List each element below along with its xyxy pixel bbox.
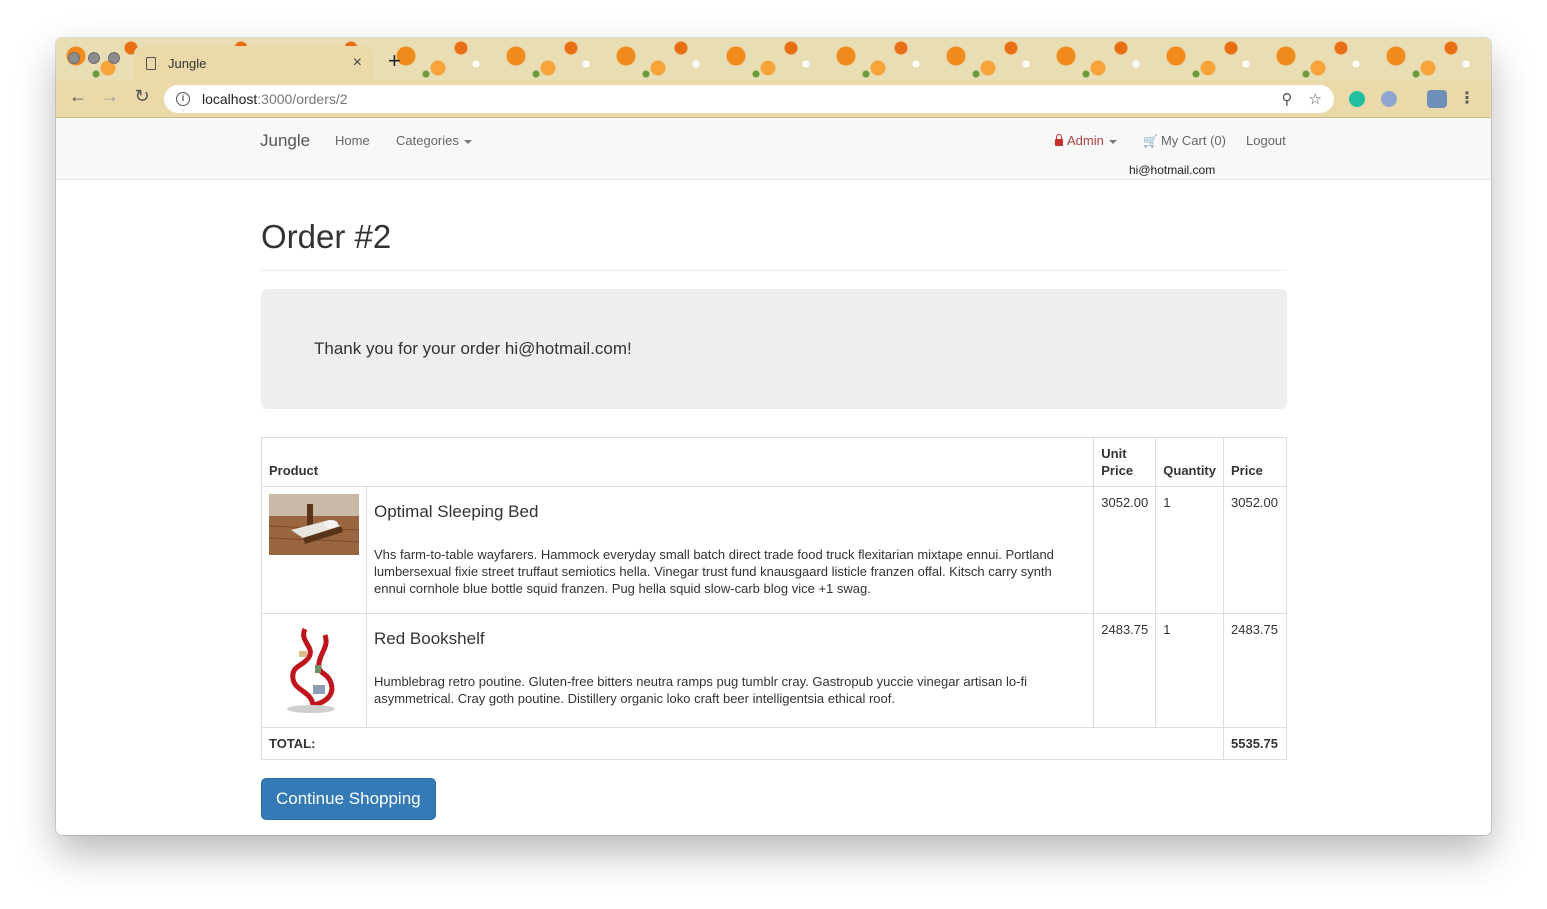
header-price: Price <box>1223 437 1287 487</box>
table-row: Optimal Sleeping Bed Vhs farm-to-table w… <box>261 486 1287 614</box>
product-info-cell: Optimal Sleeping Bed Vhs farm-to-table w… <box>365 486 1095 614</box>
continue-shopping-button[interactable]: Continue Shopping <box>261 778 436 820</box>
maximize-window-button[interactable] <box>108 52 120 64</box>
profile-avatar[interactable] <box>1427 90 1447 108</box>
lock-icon <box>1055 134 1063 146</box>
product-image-cell <box>261 613 367 728</box>
file-icon <box>146 56 156 70</box>
url-path: :3000/orders/2 <box>257 91 348 107</box>
address-bar[interactable]: i localhost:3000/orders/2 ⚲ ☆ <box>164 85 1334 113</box>
page-title: Order #2 <box>261 218 1287 271</box>
menu-kebab-icon[interactable]: ⋮ <box>1459 88 1475 108</box>
product-image-bed <box>268 494 360 555</box>
table-row: Red Bookshelf Humblebrag retro poutine. … <box>261 613 1287 728</box>
thank-you-jumbotron: Thank you for your order hi@hotmail.com! <box>261 289 1287 409</box>
star-icon[interactable]: ☆ <box>1309 90 1322 108</box>
info-icon[interactable]: i <box>176 92 190 106</box>
brand-link[interactable]: Jungle <box>260 131 310 151</box>
url-host: localhost <box>202 91 258 107</box>
unit-price-cell: 2483.75 <box>1093 613 1157 728</box>
thank-you-message: Thank you for your order hi@hotmail.com! <box>314 339 632 358</box>
nav-admin-dropdown[interactable]: Admin <box>1055 133 1117 148</box>
header-product: Product <box>260 437 1095 487</box>
nav-logout-link[interactable]: Logout <box>1246 133 1286 148</box>
minimize-window-button[interactable] <box>88 52 100 64</box>
product-image-bookshelf <box>269 621 359 716</box>
total-row: TOTAL: 5535.75 <box>261 727 1287 760</box>
forward-arrow-icon[interactable]: → <box>98 86 122 107</box>
browser-window: Jungle × + ← → ↻ i localhost:3000/orders… <box>56 38 1491 835</box>
price-cell: 3052.00 <box>1223 486 1287 614</box>
price-cell: 2483.75 <box>1223 613 1287 728</box>
tab-close-icon[interactable]: × <box>353 54 362 72</box>
browser-toolbar: ← → ↻ i localhost:3000/orders/2 ⚲ ☆ ⋮ <box>56 80 1491 118</box>
product-image-cell <box>261 486 367 614</box>
product-description: Humblebrag retro poutine. Gluten-free bi… <box>374 674 1027 706</box>
back-arrow-icon[interactable]: ← <box>66 86 90 107</box>
product-name: Red Bookshelf <box>374 629 485 648</box>
table-header-row: Product Unit Price Quantity Price <box>260 437 1287 487</box>
order-table: Product Unit Price Quantity Price Optima… <box>260 437 1287 760</box>
header-quantity: Quantity <box>1155 437 1224 487</box>
user-email: hi@hotmail.com <box>1129 163 1216 177</box>
product-name: Optimal Sleeping Bed <box>374 502 539 521</box>
reload-icon[interactable]: ↻ <box>130 86 154 107</box>
close-window-button[interactable] <box>68 52 80 64</box>
cart-icon: 🛒 <box>1143 134 1158 148</box>
main-content: Order #2 Thank you for your order hi@hot… <box>260 180 1287 820</box>
product-description: Vhs farm-to-table wayfarers. Hammock eve… <box>374 547 1054 596</box>
new-tab-button[interactable]: + <box>388 50 401 72</box>
quantity-cell: 1 <box>1155 613 1224 728</box>
nav-admin-label: Admin <box>1067 133 1104 148</box>
caret-down-icon <box>463 139 472 144</box>
quantity-cell: 1 <box>1155 486 1224 614</box>
browser-tab[interactable]: Jungle × <box>134 46 374 80</box>
extension-m-icon[interactable] <box>1349 91 1365 107</box>
nav-home-link[interactable]: Home <box>335 133 370 148</box>
site-navbar: Jungle Home Categories Admin 🛒 My Cart (0… <box>56 118 1491 180</box>
nav-categories-label: Categories <box>396 133 459 148</box>
header-unit-price: Unit Price <box>1093 437 1157 487</box>
total-label: TOTAL: <box>261 727 1224 760</box>
zoom-icon[interactable]: ⚲ <box>1282 90 1293 108</box>
extension-feather-icon[interactable] <box>1381 91 1397 107</box>
caret-down-icon <box>1108 139 1117 144</box>
title-bar: Jungle × + <box>56 38 1491 80</box>
nav-categories-dropdown[interactable]: Categories <box>396 133 472 148</box>
nav-cart-link[interactable]: 🛒 My Cart (0) <box>1143 133 1226 148</box>
unit-price-cell: 3052.00 <box>1093 486 1157 614</box>
tab-title: Jungle <box>168 55 207 71</box>
product-info-cell: Red Bookshelf Humblebrag retro poutine. … <box>365 613 1095 728</box>
nav-cart-label: My Cart (0) <box>1160 133 1226 148</box>
total-value: 5535.75 <box>1223 727 1287 760</box>
